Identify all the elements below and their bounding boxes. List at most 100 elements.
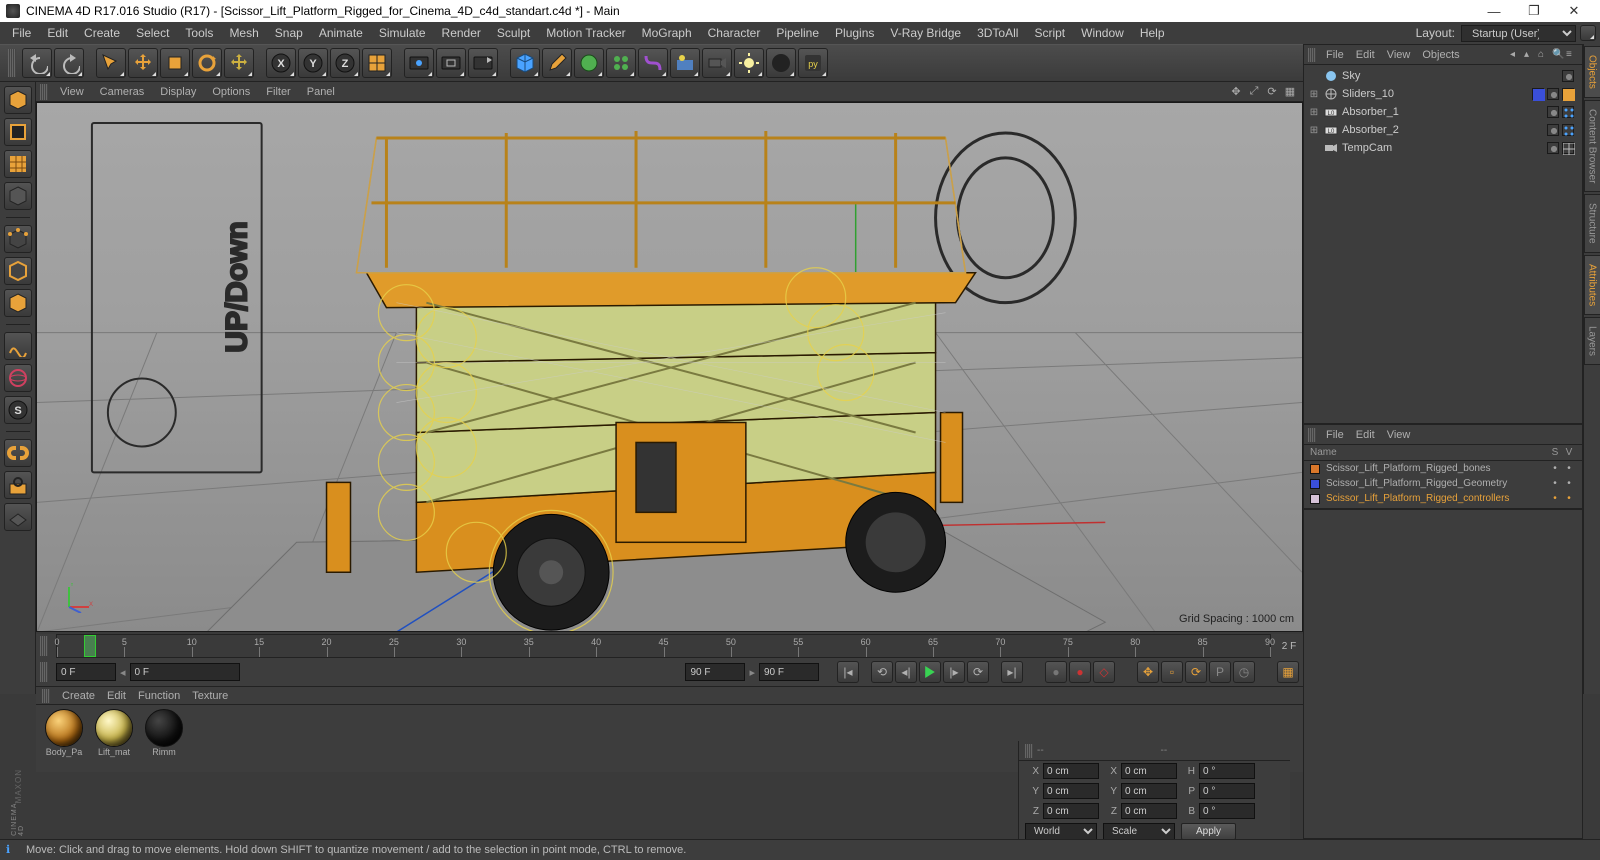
- object-row[interactable]: TempCam: [1304, 139, 1582, 157]
- layer-vis-dot[interactable]: •: [1562, 478, 1576, 489]
- range-input[interactable]: [130, 663, 240, 681]
- add-subdiv-button[interactable]: [574, 48, 604, 78]
- vp-menu-filter[interactable]: Filter: [258, 86, 298, 98]
- coord-sz-input[interactable]: [1121, 803, 1177, 819]
- add-light-button[interactable]: [734, 48, 764, 78]
- materials-menu-edit[interactable]: Edit: [101, 690, 132, 702]
- axis-x-button[interactable]: X: [266, 48, 296, 78]
- last-tool-button[interactable]: [224, 48, 254, 78]
- axis-z-button[interactable]: Z: [330, 48, 360, 78]
- add-camera-button[interactable]: [702, 48, 732, 78]
- layer-color-swatch[interactable]: [1310, 464, 1320, 474]
- menu-simulate[interactable]: Simulate: [371, 22, 434, 44]
- point-mode-button[interactable]: [4, 225, 32, 253]
- vp-menu-panel[interactable]: Panel: [299, 86, 343, 98]
- timeline-ruler[interactable]: 051015202530354045505560657075808590: [56, 634, 1271, 658]
- rotate-button[interactable]: [192, 48, 222, 78]
- next-key-button[interactable]: ⟳: [967, 661, 989, 683]
- nav-prev-icon[interactable]: ◂: [1510, 49, 1522, 61]
- viewport[interactable]: Perspective UP/Down: [36, 102, 1303, 632]
- palette-grip-icon[interactable]: [1308, 48, 1316, 62]
- tab-attributes[interactable]: Attributes: [1584, 255, 1600, 315]
- play-button[interactable]: [919, 661, 941, 683]
- layer-solo-dot[interactable]: •: [1548, 463, 1562, 474]
- coord-y-input[interactable]: [1043, 783, 1099, 799]
- vray-button[interactable]: [766, 48, 796, 78]
- object-row[interactable]: ⊞L0Absorber_2: [1304, 121, 1582, 139]
- add-cube-button[interactable]: [510, 48, 540, 78]
- scale-button[interactable]: [160, 48, 190, 78]
- nav-home-icon[interactable]: ⌂: [1538, 49, 1550, 61]
- layer-row[interactable]: Scissor_Lift_Platform_Rigged_bones••: [1304, 461, 1582, 476]
- menu-v-ray-bridge[interactable]: V-Ray Bridge: [882, 22, 969, 44]
- vp-toggle-icon[interactable]: ▦: [1283, 85, 1297, 99]
- palette-grip-icon[interactable]: [40, 636, 48, 656]
- tab-objects[interactable]: Objects: [1584, 46, 1600, 98]
- tag-xp[interactable]: [1562, 88, 1574, 100]
- undo-button[interactable]: [22, 48, 52, 78]
- live-select-button[interactable]: [96, 48, 126, 78]
- menu-sculpt[interactable]: Sculpt: [489, 22, 538, 44]
- menu-edit[interactable]: Edit: [39, 22, 76, 44]
- menu-animate[interactable]: Animate: [311, 22, 371, 44]
- start-frame-input[interactable]: [56, 663, 116, 681]
- render-view-button[interactable]: [404, 48, 434, 78]
- sculpt-mode-button[interactable]: S: [4, 396, 32, 424]
- prev-frame-button[interactable]: ◂|: [895, 661, 917, 683]
- make-editable-button[interactable]: [4, 86, 32, 114]
- layout-select[interactable]: Startup (User): [1461, 25, 1576, 42]
- menu-create[interactable]: Create: [76, 22, 128, 44]
- record-button[interactable]: ●: [1045, 661, 1067, 683]
- tag-layer-blue[interactable]: [1532, 88, 1544, 100]
- coord-sy-input[interactable]: [1121, 783, 1177, 799]
- expand-toggle[interactable]: ⊞: [1308, 107, 1320, 118]
- minimize-button[interactable]: —: [1474, 0, 1514, 22]
- menu-3dtoall[interactable]: 3DToAll: [969, 22, 1026, 44]
- nav-up-icon[interactable]: ▴: [1524, 49, 1536, 61]
- coord-sx-input[interactable]: [1121, 763, 1177, 779]
- axis-y-button[interactable]: Y: [298, 48, 328, 78]
- nav-search-icon[interactable]: 🔍: [1552, 49, 1564, 61]
- menu-plugins[interactable]: Plugins: [827, 22, 882, 44]
- apply-button[interactable]: Apply: [1181, 823, 1236, 840]
- vp-rotate-icon[interactable]: ⟳: [1265, 85, 1279, 99]
- timeline-window-button[interactable]: ▦: [1277, 661, 1299, 683]
- menu-tools[interactable]: Tools: [177, 22, 221, 44]
- tag-vis[interactable]: [1547, 142, 1559, 154]
- layer-color-swatch[interactable]: [1310, 494, 1320, 504]
- add-pen-button[interactable]: [542, 48, 572, 78]
- model-mode-button[interactable]: [4, 118, 32, 146]
- object-row[interactable]: ⊞Sliders_10: [1304, 85, 1582, 103]
- add-deformer-button[interactable]: [638, 48, 668, 78]
- workplane-mode-button[interactable]: [4, 182, 32, 210]
- layers-menu-edit[interactable]: Edit: [1350, 429, 1381, 441]
- object-row[interactable]: ⊞L0Absorber_1: [1304, 103, 1582, 121]
- object-row[interactable]: Sky: [1304, 67, 1582, 85]
- autokey-button[interactable]: ●: [1069, 661, 1091, 683]
- coord-p-input[interactable]: [1199, 783, 1255, 799]
- tag-vis[interactable]: [1547, 106, 1559, 118]
- coord-b-input[interactable]: [1199, 803, 1255, 819]
- texture-mode-button[interactable]: [4, 150, 32, 178]
- prev-key-button[interactable]: ⟲: [871, 661, 893, 683]
- layer-row[interactable]: Scissor_Lift_Platform_Rigged_Geometry••: [1304, 476, 1582, 491]
- goto-start-button[interactable]: |◂: [837, 661, 859, 683]
- spline-mode-button[interactable]: [4, 332, 32, 360]
- tag-constraint[interactable]: [1562, 106, 1574, 118]
- polygon-mode-button[interactable]: [4, 289, 32, 317]
- menu-render[interactable]: Render: [434, 22, 489, 44]
- vp-menu-options[interactable]: Options: [204, 86, 258, 98]
- layer-vis-dot[interactable]: •: [1562, 463, 1576, 474]
- tab-layers[interactable]: Layers: [1584, 317, 1600, 365]
- menu-mograph[interactable]: MoGraph: [634, 22, 700, 44]
- opt-pla-button[interactable]: ◷: [1233, 661, 1255, 683]
- planar-workplane-button[interactable]: [4, 503, 32, 531]
- vp-menu-view[interactable]: View: [52, 86, 92, 98]
- palette-grip-icon[interactable]: [8, 49, 16, 77]
- tag-vis[interactable]: [1547, 88, 1559, 100]
- coord-h-input[interactable]: [1199, 763, 1255, 779]
- layer-solo-dot[interactable]: •: [1548, 493, 1562, 504]
- coord-x-input[interactable]: [1043, 763, 1099, 779]
- layer-solo-dot[interactable]: •: [1548, 478, 1562, 489]
- material-item[interactable]: Lift_mat: [92, 709, 136, 757]
